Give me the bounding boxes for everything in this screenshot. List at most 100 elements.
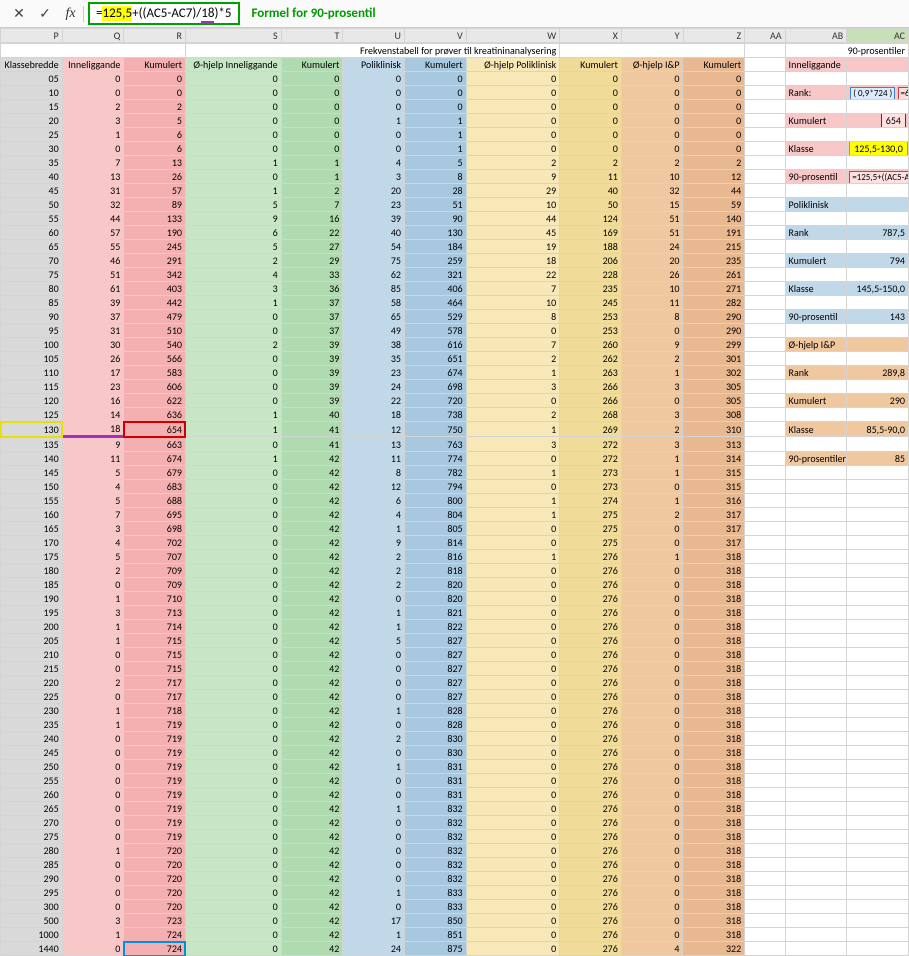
cell-klasse[interactable]: 135 (1, 437, 63, 452)
cell[interactable]: 42 (281, 802, 343, 816)
side-label[interactable]: Klasse (785, 422, 847, 437)
cell[interactable]: 2 (466, 156, 560, 170)
cell[interactable]: 636 (124, 408, 186, 422)
side-value[interactable] (847, 704, 909, 718)
cell[interactable]: 0 (621, 606, 683, 620)
cell[interactable]: 5 (124, 114, 186, 128)
side-label[interactable] (785, 606, 847, 620)
cell[interactable]: 0 (621, 620, 683, 634)
cell[interactable]: 3 (621, 408, 683, 422)
side-label[interactable] (785, 128, 847, 142)
cell[interactable]: 22 (343, 394, 405, 408)
cell[interactable]: 276 (560, 606, 622, 620)
cell[interactable]: 8 (404, 170, 466, 184)
side-label[interactable] (785, 240, 847, 254)
cell[interactable]: 11 (560, 170, 622, 184)
cell[interactable]: 31 (62, 324, 124, 338)
cell[interactable]: 41 (281, 422, 343, 437)
side-value[interactable]: 143 (847, 310, 909, 324)
cell[interactable]: 3 (62, 114, 124, 128)
cell-empty[interactable] (745, 156, 785, 170)
cell[interactable]: 39 (281, 352, 343, 366)
cell[interactable]: 26 (621, 268, 683, 282)
cell[interactable]: 2 (62, 676, 124, 690)
cell[interactable]: 720 (124, 900, 186, 914)
cell[interactable]: 169 (560, 226, 622, 240)
cell[interactable]: 0 (185, 536, 281, 550)
cell[interactable]: 674 (124, 452, 186, 466)
side-label[interactable] (785, 942, 847, 956)
cell[interactable]: 3 (62, 522, 124, 536)
cell[interactable]: 4 (185, 268, 281, 282)
cell[interactable]: 0 (185, 928, 281, 942)
cell[interactable]: 720 (124, 858, 186, 872)
cell-klasse[interactable]: 240 (1, 732, 63, 746)
cell[interactable]: 0 (621, 928, 683, 942)
cell[interactable]: 318 (683, 550, 745, 564)
cell[interactable]: 13 (343, 437, 405, 452)
cell[interactable]: 318 (683, 844, 745, 858)
cell[interactable]: 0 (466, 536, 560, 550)
cell[interactable]: 4 (621, 942, 683, 956)
cell[interactable]: 1 (185, 184, 281, 198)
cell[interactable]: 0 (621, 86, 683, 100)
cell-klasse[interactable]: 255 (1, 774, 63, 788)
cell[interactable]: 0 (185, 394, 281, 408)
cell[interactable]: 38 (343, 338, 405, 352)
cell[interactable]: 0 (621, 662, 683, 676)
cell[interactable]: 39 (62, 296, 124, 310)
side-value[interactable] (847, 408, 909, 422)
side-value[interactable] (847, 522, 909, 536)
cell[interactable]: 0 (185, 648, 281, 662)
cell-klasse[interactable]: 175 (1, 550, 63, 564)
cell[interactable]: 318 (683, 830, 745, 844)
side-value[interactable] (847, 872, 909, 886)
cell[interactable]: 37 (281, 324, 343, 338)
col-header-active[interactable]: AC (847, 29, 909, 43)
cell-empty[interactable] (745, 648, 785, 662)
cell[interactable]: 0 (404, 100, 466, 114)
side-label[interactable] (785, 662, 847, 676)
cell[interactable]: 85 (343, 282, 405, 296)
cell[interactable]: 42 (281, 858, 343, 872)
cell[interactable]: 20 (621, 254, 683, 268)
cell[interactable]: 18 (343, 408, 405, 422)
cell[interactable]: 1 (62, 634, 124, 648)
cell[interactable]: 833 (404, 900, 466, 914)
cell[interactable]: 0 (185, 704, 281, 718)
cell[interactable]: 831 (404, 774, 466, 788)
side-label[interactable] (785, 72, 847, 86)
cell[interactable]: 0 (185, 802, 281, 816)
cell[interactable]: 273 (560, 480, 622, 494)
cell-empty[interactable] (745, 226, 785, 240)
cell[interactable]: 42 (281, 634, 343, 648)
cell[interactable]: 308 (683, 408, 745, 422)
cell[interactable]: 1 (281, 156, 343, 170)
cell[interactable]: 318 (683, 606, 745, 620)
side-label[interactable]: Kumulert (785, 254, 847, 268)
cell[interactable]: 0 (62, 648, 124, 662)
cell[interactable]: 0 (621, 816, 683, 830)
cell[interactable]: 0 (466, 634, 560, 648)
cell-klasse[interactable]: 40 (1, 170, 63, 184)
side-value[interactable] (847, 268, 909, 282)
cell-klasse[interactable]: 265 (1, 802, 63, 816)
cell[interactable]: 0 (466, 760, 560, 774)
col-header[interactable]: W (466, 29, 560, 43)
cell[interactable]: 1 (343, 760, 405, 774)
cell[interactable]: 1 (404, 114, 466, 128)
cell[interactable]: 1 (62, 620, 124, 634)
cell[interactable]: 266 (560, 394, 622, 408)
cell-klasse[interactable]: 30 (1, 142, 63, 156)
side-value[interactable]: 654 (847, 114, 909, 128)
cell-klasse[interactable]: 125 (1, 408, 63, 422)
cell-empty[interactable] (745, 872, 785, 886)
cell[interactable]: 274 (560, 494, 622, 508)
cell[interactable]: 651 (404, 352, 466, 366)
cell[interactable]: 269 (560, 422, 622, 437)
cell[interactable]: 24 (621, 240, 683, 254)
cell[interactable]: 0 (621, 480, 683, 494)
cell[interactable]: 57 (124, 184, 186, 198)
side-value[interactable] (847, 816, 909, 830)
side-label[interactable]: Klasse (785, 142, 847, 156)
